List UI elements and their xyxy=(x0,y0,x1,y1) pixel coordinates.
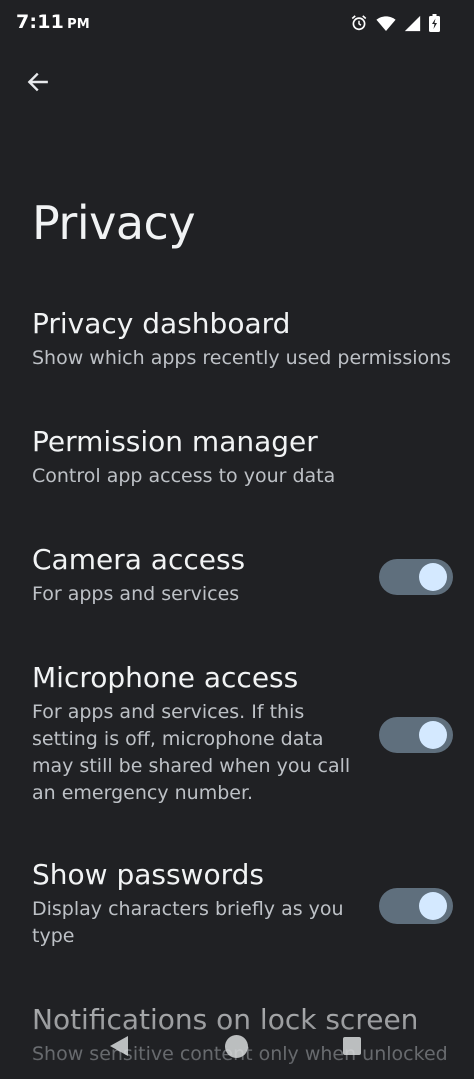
item-summary: For apps and services. If this setting i… xyxy=(32,701,351,804)
permission-manager-item[interactable]: Permission manager Control app access to… xyxy=(32,425,452,490)
navigation-bar xyxy=(0,1018,474,1079)
privacy-dashboard-item[interactable]: Privacy dashboard Show which apps recent… xyxy=(32,307,452,372)
nav-recents-icon[interactable] xyxy=(343,1037,361,1055)
camera-access-toggle[interactable] xyxy=(379,559,453,595)
wifi-icon xyxy=(376,15,396,32)
status-bar: 7:11 PM xyxy=(0,0,474,46)
item-title: Microphone access xyxy=(32,661,299,694)
item-title: Show passwords xyxy=(32,858,264,891)
show-passwords-toggle[interactable] xyxy=(379,888,453,924)
page-title: Privacy xyxy=(32,196,196,250)
nav-home-icon[interactable] xyxy=(225,1035,248,1058)
item-summary: Control app access to your data xyxy=(32,465,336,487)
battery-icon xyxy=(429,14,440,32)
back-button[interactable] xyxy=(18,64,58,104)
item-title: Privacy dashboard xyxy=(32,307,291,340)
microphone-access-toggle[interactable] xyxy=(379,717,453,753)
item-title: Permission manager xyxy=(32,425,318,458)
toggle-thumb xyxy=(419,721,447,749)
status-time: 7:11 PM xyxy=(16,11,90,33)
status-icons xyxy=(350,13,440,33)
item-summary: Display characters briefly as you type xyxy=(32,898,344,947)
item-summary: For apps and services xyxy=(32,583,240,605)
arrow-back-icon xyxy=(25,69,51,99)
status-time-text: 7:11 xyxy=(16,11,65,33)
status-ampm: PM xyxy=(67,17,90,32)
signal-icon xyxy=(404,15,421,32)
nav-back-icon[interactable] xyxy=(108,1034,130,1062)
toggle-thumb xyxy=(419,563,447,591)
item-summary: Show which apps recently used permission… xyxy=(32,347,452,369)
toggle-thumb xyxy=(419,892,447,920)
alarm-icon xyxy=(350,14,368,32)
